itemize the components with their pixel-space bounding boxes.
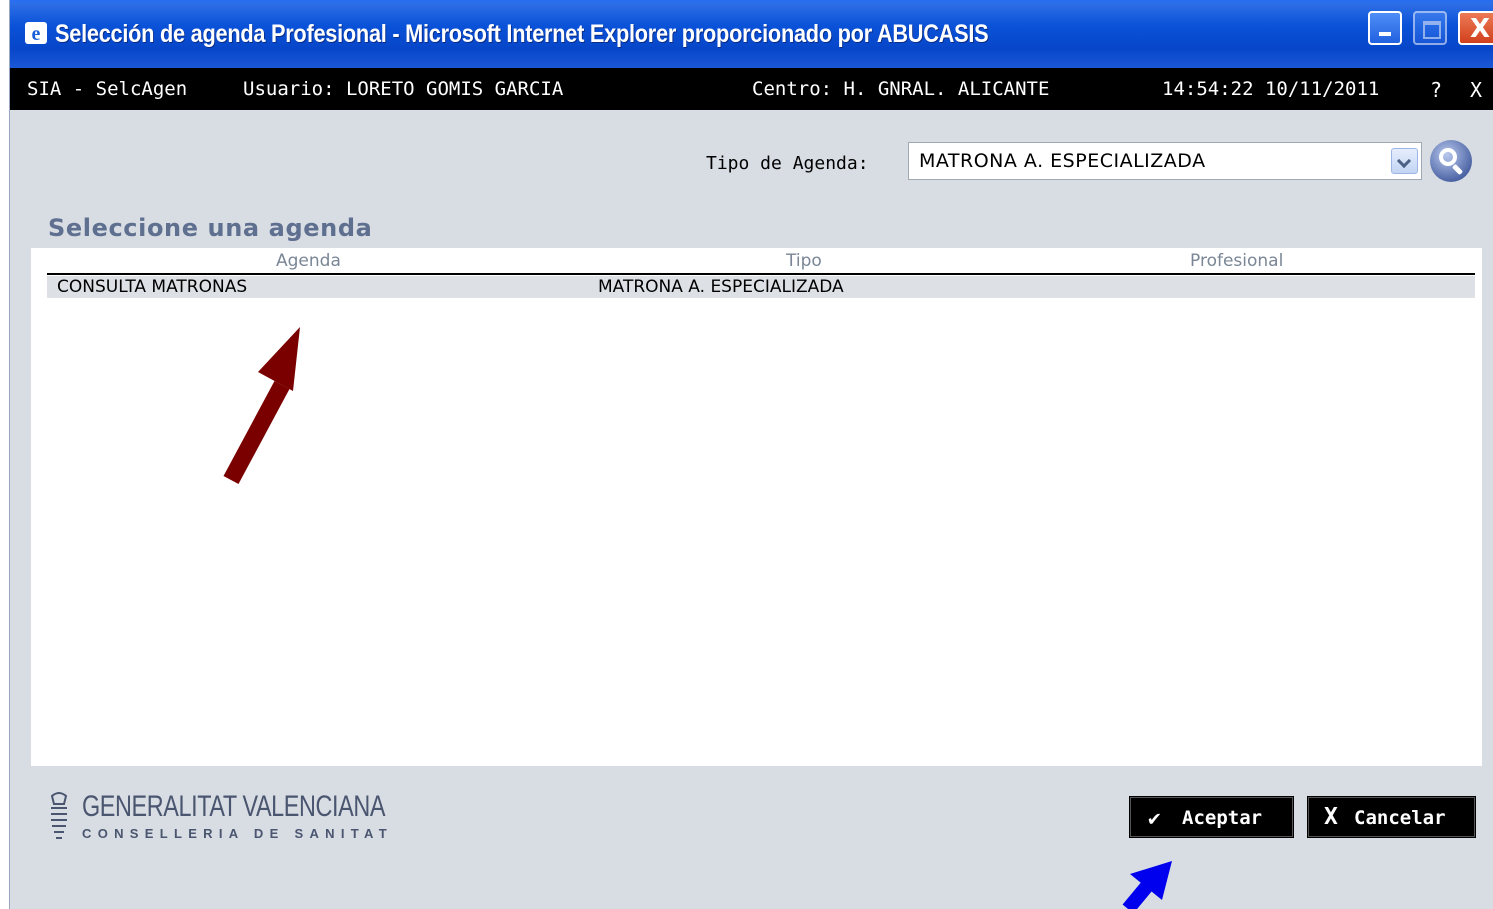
chevron-down-icon[interactable] — [1391, 148, 1418, 174]
section-title: Seleccione una agenda — [48, 214, 373, 242]
generalitat-emblem-icon — [50, 792, 68, 839]
help-button[interactable]: ? — [1430, 78, 1442, 102]
app-module-name: SIA - SelcAgen — [27, 78, 188, 100]
close-icon: X — [1470, 14, 1491, 44]
tipo-agenda-select[interactable]: MATRONA A. ESPECIALIZADA — [908, 142, 1422, 180]
minimize-button[interactable] — [1368, 11, 1402, 45]
window-close-button[interactable]: X — [1458, 11, 1493, 45]
window-titlebar[interactable]: e Selección de agenda Profesional - Micr… — [10, 0, 1493, 68]
column-header-profesional[interactable]: Profesional — [1190, 251, 1283, 271]
internet-explorer-icon: e — [25, 22, 47, 45]
logo-line-2: CONSELLERIA DE SANITAT — [82, 826, 393, 841]
svg-text:e: e — [32, 23, 41, 45]
dialog-window: e Selección de agenda Profesional - Micr… — [10, 0, 1493, 909]
cell-tipo: MATRONA A. ESPECIALIZADA — [598, 277, 844, 297]
user-name: Usuario: LORETO GOMIS GARCIA — [243, 78, 564, 100]
tipo-agenda-selected-value: MATRONA A. ESPECIALIZADA — [919, 150, 1206, 172]
background-page-strip — [0, 0, 10, 909]
maximize-button[interactable] — [1413, 11, 1447, 45]
cancel-button-label: Cancelar — [1354, 807, 1446, 829]
centre-name: Centro: H. GNRAL. ALICANTE — [752, 78, 1050, 100]
session-close-button[interactable]: X — [1470, 78, 1482, 102]
tipo-agenda-label: Tipo de Agenda: — [706, 153, 869, 174]
search-icon-handle — [1451, 163, 1464, 176]
window-title: Selección de agenda Profesional - Micros… — [55, 20, 989, 48]
accept-button[interactable]: ✔ Aceptar — [1129, 796, 1294, 838]
header-divider — [47, 273, 1475, 275]
search-button[interactable] — [1430, 140, 1472, 182]
agenda-table: Agenda Tipo Profesional CONSULTA MATRONA… — [31, 248, 1482, 766]
logo-line-1: GENERALITAT VALENCIANA — [82, 790, 386, 823]
accept-button-label: Aceptar — [1182, 807, 1263, 829]
check-icon: ✔ — [1148, 806, 1161, 830]
column-header-agenda[interactable]: Agenda — [276, 251, 341, 271]
session-info-bar: SIA - SelcAgen Usuario: LORETO GOMIS GAR… — [10, 68, 1493, 110]
cancel-button[interactable]: X Cancelar — [1307, 796, 1476, 838]
close-icon: X — [1324, 804, 1338, 830]
cell-agenda: CONSULTA MATRONAS — [57, 277, 248, 297]
table-row[interactable]: CONSULTA MATRONAS MATRONA A. ESPECIALIZA… — [47, 276, 1475, 298]
column-header-tipo[interactable]: Tipo — [786, 251, 822, 271]
date-time: 14:54:22 10/11/2011 — [1162, 78, 1380, 100]
